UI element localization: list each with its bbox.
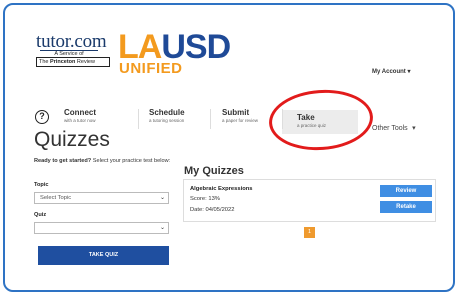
princeton-review-tagline: The Princeton Review bbox=[36, 57, 110, 67]
page-title: Quizzes bbox=[34, 128, 110, 151]
take-quiz-button[interactable]: TAKE QUIZ bbox=[38, 246, 169, 265]
chevron-down-icon: ▾ bbox=[407, 69, 411, 75]
quiz-card: Algebraic Expressions Score: 13% Date: 0… bbox=[183, 179, 436, 222]
quiz-label: Quiz bbox=[34, 212, 47, 218]
quiz-select[interactable]: ⌄ bbox=[34, 222, 169, 234]
my-quizzes-title: My Quizzes bbox=[184, 165, 244, 177]
lausd-wordmark: LAUSD bbox=[118, 28, 231, 66]
topic-select[interactable]: Select Topic ⌄ bbox=[34, 192, 169, 204]
nav-connect[interactable]: Connect with a tutor now bbox=[64, 108, 96, 124]
chevron-down-icon: ▾ bbox=[412, 125, 416, 132]
quiz-name: Algebraic Expressions bbox=[190, 186, 253, 192]
nav-other-tools[interactable]: Other Tools ▾ bbox=[372, 117, 416, 135]
help-icon[interactable]: ? bbox=[35, 110, 49, 124]
retake-button[interactable]: Retake bbox=[380, 201, 432, 213]
quiz-intro-text: Ready to get started? Select your practi… bbox=[34, 158, 171, 164]
topic-select-value: Select Topic bbox=[40, 195, 72, 201]
nav-submit[interactable]: Submit a paper for review bbox=[222, 108, 258, 124]
nav-other-tools-label: Other Tools bbox=[372, 125, 408, 132]
quiz-date: Date: 04/05/2022 bbox=[190, 207, 235, 213]
nav-schedule-title: Schedule bbox=[149, 108, 185, 117]
review-button[interactable]: Review bbox=[380, 185, 432, 197]
tutor-com-wordmark: tutor.com bbox=[36, 31, 107, 52]
tutor-com-logo[interactable]: tutor.com A Service of The Princeton Rev… bbox=[36, 31, 114, 67]
chevron-down-icon: ⌄ bbox=[159, 225, 165, 231]
nav-schedule[interactable]: Schedule a tutoring session bbox=[149, 108, 185, 124]
my-account-label: My Account bbox=[372, 69, 406, 75]
nav-submit-title: Submit bbox=[222, 108, 250, 117]
chevron-down-icon: ⌄ bbox=[159, 195, 165, 201]
nav-divider bbox=[138, 109, 139, 129]
nav-connect-title: Connect bbox=[64, 108, 96, 117]
nav-schedule-sub: a tutoring session bbox=[149, 118, 185, 123]
nav-submit-sub: a paper for review bbox=[222, 118, 259, 123]
quiz-score: Score: 13% bbox=[190, 196, 220, 202]
topic-label: Topic bbox=[34, 182, 49, 188]
my-account-menu[interactable]: My Account ▾ bbox=[372, 68, 410, 75]
nav-divider bbox=[210, 109, 211, 129]
lausd-logo: LAUSD UNIFIED bbox=[118, 28, 231, 76]
nav-connect-sub: with a tutor now bbox=[64, 118, 96, 123]
pagination-page-1[interactable]: 1 bbox=[304, 227, 315, 238]
